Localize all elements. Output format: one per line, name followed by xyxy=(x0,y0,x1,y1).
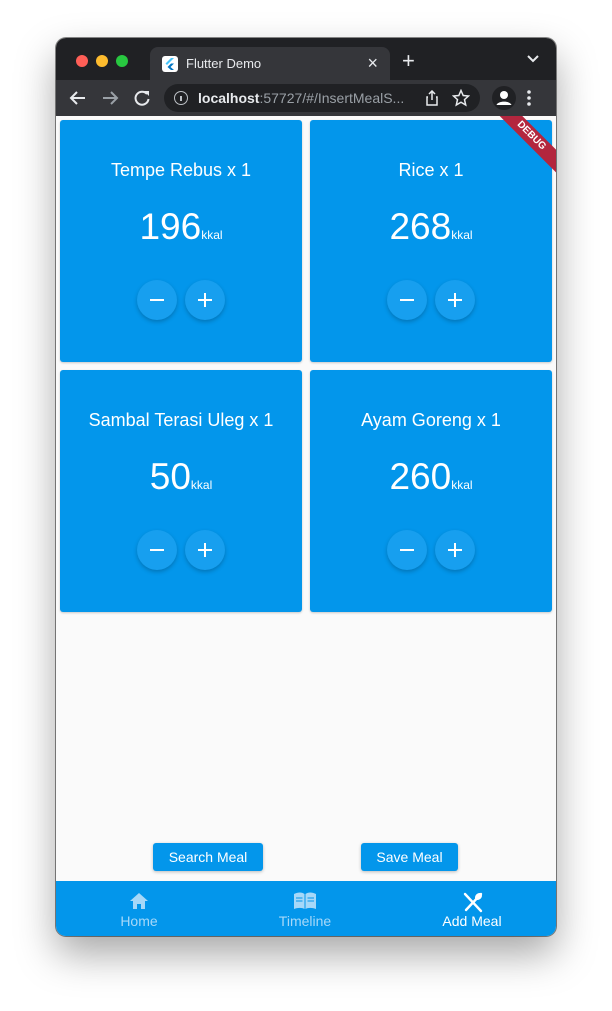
minus-icon xyxy=(400,549,414,551)
meal-name: Sambal Terasi Uleg x 1 xyxy=(88,410,274,430)
forward-arrow-icon[interactable] xyxy=(100,88,120,108)
meal-name: Tempe Rebus x 1 xyxy=(110,160,252,180)
utensils-icon xyxy=(463,892,483,913)
decrease-button[interactable] xyxy=(137,530,177,570)
meal-card: Rice x 1 268kkal xyxy=(310,120,552,362)
browser-toolbar: localhost:57727/#/InsertMealS... xyxy=(56,80,556,116)
more-menu-icon[interactable] xyxy=(526,88,532,113)
info-icon[interactable] xyxy=(174,91,188,105)
minus-icon xyxy=(150,549,164,551)
nav-item-home[interactable]: Home xyxy=(56,881,222,936)
calorie-unit: kkal xyxy=(451,228,473,242)
browser-window: Flutter Demo × + localhost:57727/#/Inser… xyxy=(56,38,556,936)
meal-calories: 196kkal xyxy=(60,206,302,248)
meal-calories: 268kkal xyxy=(310,206,552,248)
calorie-unit: kkal xyxy=(201,228,223,242)
plus-icon xyxy=(448,543,462,557)
meal-card: Tempe Rebus x 1 196kkal xyxy=(60,120,302,362)
decrease-button[interactable] xyxy=(387,280,427,320)
bottom-navigation: Home Timeline Add Meal xyxy=(56,881,556,936)
address-bar[interactable]: localhost:57727/#/InsertMealS... xyxy=(164,84,480,112)
bookmark-star-icon[interactable] xyxy=(451,88,471,112)
close-tab-icon[interactable]: × xyxy=(367,53,378,73)
browser-tab[interactable]: Flutter Demo × xyxy=(150,47,390,80)
nav-item-add-meal[interactable]: Add Meal xyxy=(389,881,555,936)
increase-button[interactable] xyxy=(435,280,475,320)
book-icon xyxy=(294,892,316,909)
home-icon xyxy=(130,893,148,909)
calorie-unit: kkal xyxy=(451,478,473,492)
profile-avatar-icon[interactable] xyxy=(492,86,516,110)
tab-strip: Flutter Demo × + xyxy=(56,38,556,80)
url-text: localhost:57727/#/InsertMealS... xyxy=(198,90,405,106)
nav-label: Home xyxy=(120,913,158,929)
meal-card: Sambal Terasi Uleg x 1 50kkal xyxy=(60,370,302,612)
calorie-value: 260 xyxy=(389,456,452,497)
plus-icon xyxy=(198,293,212,307)
flutter-logo-icon xyxy=(162,56,178,72)
nav-item-timeline[interactable]: Timeline xyxy=(222,881,388,936)
meal-calories: 50kkal xyxy=(60,456,302,498)
share-icon[interactable] xyxy=(424,89,440,111)
new-tab-button[interactable]: + xyxy=(402,49,415,73)
nav-label: Timeline xyxy=(278,913,332,929)
increase-button[interactable] xyxy=(185,280,225,320)
plus-icon xyxy=(448,293,462,307)
nav-label: Add Meal xyxy=(442,913,502,929)
save-meal-button[interactable]: Save Meal xyxy=(361,843,458,871)
calorie-unit: kkal xyxy=(190,478,213,492)
meal-name: Rice x 1 xyxy=(398,160,464,180)
minus-icon xyxy=(400,299,414,301)
plus-icon xyxy=(198,543,212,557)
back-arrow-icon[interactable] xyxy=(68,88,88,108)
minus-icon xyxy=(150,299,164,301)
calorie-value: 50 xyxy=(149,456,191,497)
reload-icon[interactable] xyxy=(132,88,152,108)
decrease-button[interactable] xyxy=(137,280,177,320)
minimize-window-button[interactable] xyxy=(96,55,108,67)
close-window-button[interactable] xyxy=(76,55,88,67)
meal-card: Ayam Goreng x 1 260kkal xyxy=(310,370,552,612)
search-meal-button[interactable]: Search Meal xyxy=(153,843,263,871)
meal-calories: 260kkal xyxy=(310,456,552,498)
chevron-down-icon[interactable] xyxy=(526,52,540,66)
app-content: Tempe Rebus x 1 196kkal Rice x 1 268kkal xyxy=(56,116,556,881)
increase-button[interactable] xyxy=(435,530,475,570)
decrease-button[interactable] xyxy=(387,530,427,570)
calorie-value: 196 xyxy=(139,206,202,247)
meal-name: Ayam Goreng x 1 xyxy=(361,410,501,430)
calorie-value: 268 xyxy=(389,206,452,247)
tab-title: Flutter Demo xyxy=(186,56,262,71)
maximize-window-button[interactable] xyxy=(116,55,128,67)
increase-button[interactable] xyxy=(185,530,225,570)
